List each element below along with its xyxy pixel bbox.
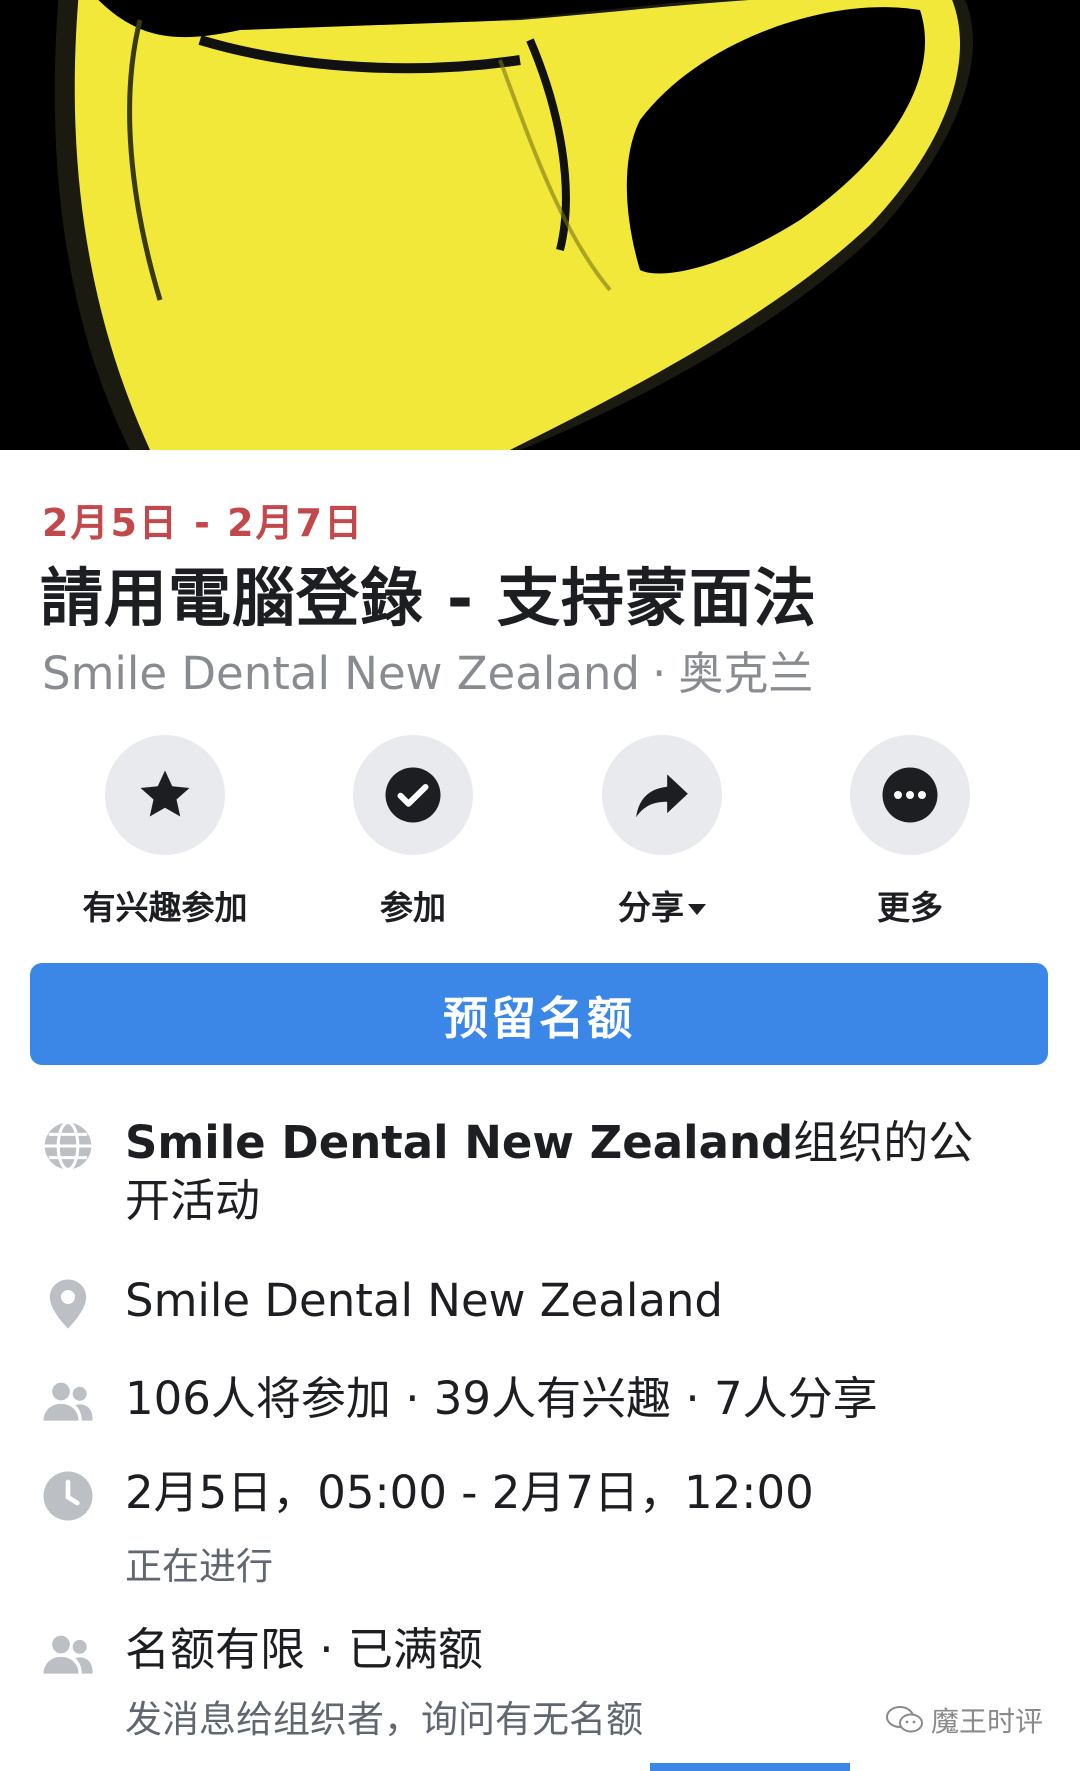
share-label-wrap: 分享 bbox=[542, 881, 782, 929]
people-icon bbox=[43, 1382, 93, 1421]
clock-icon bbox=[43, 1471, 93, 1521]
bottom-accent-bar bbox=[650, 1763, 850, 1771]
action-bar: 有兴趣参加 参加 分享 更多 bbox=[0, 735, 1080, 927]
capacity-hint[interactable]: 发消息给组织者，询问有无名额 bbox=[125, 1689, 643, 1743]
interested-label: 有兴趣参加 bbox=[82, 888, 248, 927]
check-circle-icon bbox=[385, 767, 441, 823]
going-label: 参加 bbox=[380, 888, 446, 927]
organizer-text: Smile Dental New Zealand组织的公开活动 bbox=[125, 1114, 1005, 1230]
event-cover-image bbox=[0, 0, 1080, 450]
interested-button[interactable]: 有兴趣参加 bbox=[45, 735, 285, 929]
watermark-text: 魔王时评 bbox=[931, 1705, 1044, 1738]
caret-down-icon bbox=[688, 904, 706, 915]
globe-icon bbox=[44, 1121, 92, 1171]
event-title: 請用電腦登錄 - 支持蒙面法 bbox=[40, 562, 818, 635]
going-circle[interactable] bbox=[353, 735, 473, 855]
place-text[interactable]: Smile Dental New Zealand bbox=[125, 1272, 1005, 1330]
share-label: 分享 bbox=[618, 888, 684, 927]
more-label: 更多 bbox=[877, 888, 943, 927]
watermark: 魔王时评 bbox=[885, 1700, 1043, 1740]
location-pin-icon bbox=[49, 1279, 87, 1329]
attendance-text[interactable]: 106人将参加 · 39人有兴趣 · 7人分享 bbox=[125, 1370, 1005, 1428]
host-name[interactable]: Smile Dental New Zealand bbox=[42, 647, 640, 700]
more-button[interactable]: 更多 bbox=[790, 735, 1030, 929]
people-icon bbox=[43, 1635, 93, 1674]
event-host-location: Smile Dental New Zealand · 奥克兰 bbox=[42, 637, 813, 702]
separator-dot: · bbox=[652, 647, 667, 700]
reserve-spot-label: 预留名额 bbox=[442, 991, 635, 1045]
event-date-range: 2月5日 - 2月7日 bbox=[42, 501, 364, 545]
wechat-icon bbox=[886, 1706, 923, 1733]
share-button[interactable]: 分享 bbox=[542, 735, 782, 929]
reserve-spot-button[interactable]: 预留名额 bbox=[30, 963, 1048, 1065]
more-circle[interactable] bbox=[850, 735, 970, 855]
share-arrow-icon bbox=[636, 774, 688, 818]
time-status: 正在进行 bbox=[125, 1545, 273, 1588]
organizer-name[interactable]: Smile Dental New Zealand bbox=[125, 1116, 793, 1169]
capacity-text: 名额有限 · 已满额 bbox=[125, 1623, 483, 1676]
going-button[interactable]: 参加 bbox=[293, 735, 533, 929]
more-dots-icon bbox=[882, 767, 938, 823]
share-circle[interactable] bbox=[602, 735, 722, 855]
interested-circle[interactable] bbox=[105, 735, 225, 855]
event-location[interactable]: 奥克兰 bbox=[678, 647, 813, 700]
star-icon bbox=[140, 770, 190, 817]
time-text: 2月5日，05:00 - 2月7日，12:00 bbox=[125, 1466, 814, 1519]
